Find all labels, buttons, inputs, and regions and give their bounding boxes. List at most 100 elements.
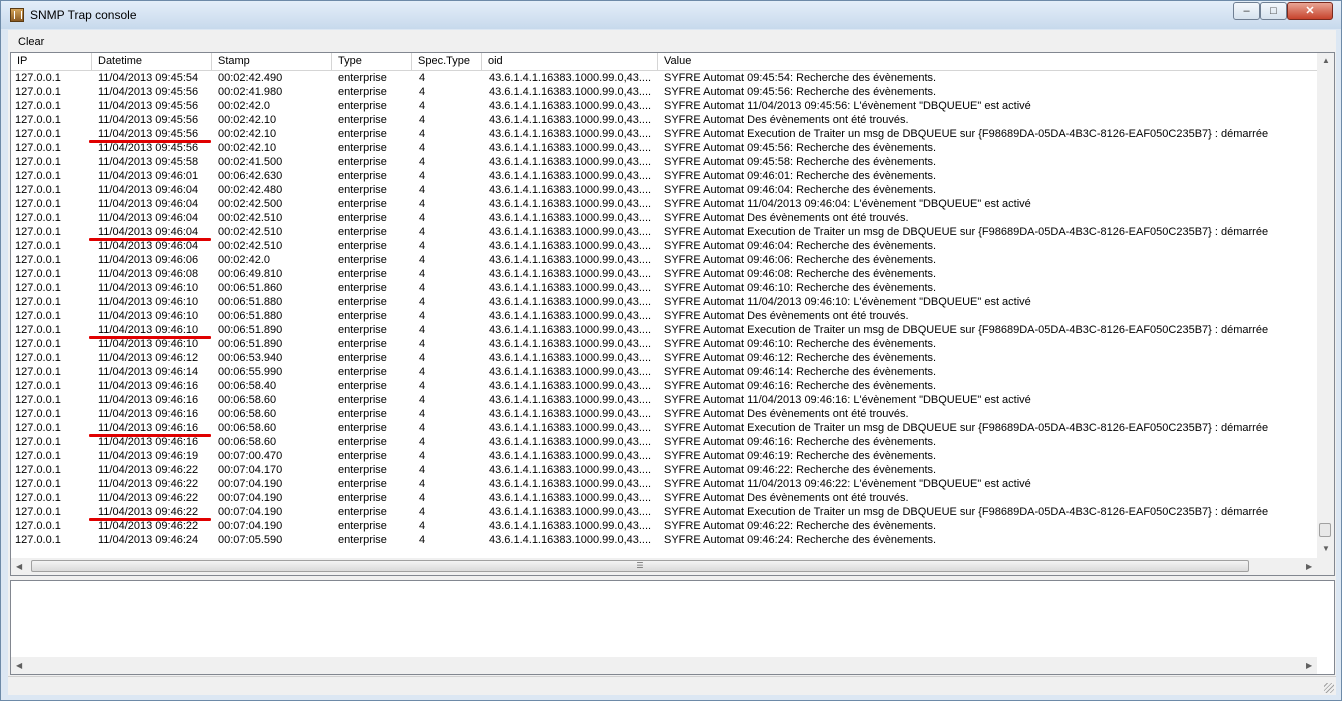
table-row[interactable]: 127.0.0.1 11/04/2013 09:46:10 00:06:51.860… [11,281,1317,295]
table-row[interactable]: 127.0.0.1 11/04/2013 09:46:24 00:07:05.590… [11,533,1317,547]
scroll-right-icon[interactable]: ▶ [1306,562,1312,571]
horizontal-scrollbar[interactable]: ◀ ☰ ▶ [11,558,1317,575]
cell-stamp: 00:02:42.510 [218,226,283,238]
cell-value: SYFRE Automat 09:46:06: Recherche des év… [664,254,937,266]
red-underline-annotation [89,336,211,339]
cell-value: SYFRE Automat 09:46:22: Recherche des év… [664,464,937,476]
title-bar[interactable]: SNMP Trap console – □ ✕ [1,1,1341,29]
cell-spec-type: 4 [419,324,426,336]
table-row[interactable]: 127.0.0.1 11/04/2013 09:46:08 00:06:49.810… [11,267,1317,281]
detail-pane[interactable]: ◀ ▶ [10,580,1335,675]
table-row[interactable]: 127.0.0.1 11/04/2013 09:46:16 00:06:58.60 e… [11,407,1317,421]
cell-ip: 127.0.0.1 [15,436,61,448]
maximize-icon: □ [1270,5,1277,17]
column-header-type[interactable]: Type [332,53,412,70]
table-row[interactable]: 127.0.0.1 11/04/2013 09:46:04 00:02:42.510… [11,211,1317,225]
table-row[interactable]: 127.0.0.1 11/04/2013 09:46:04 00:02:42.500… [11,197,1317,211]
cell-datetime: 11/04/2013 09:46:04 [98,184,199,196]
horizontal-scroll-thumb[interactable]: ☰ [31,560,1249,572]
cell-type: enterprise [338,268,387,280]
vertical-scroll-thumb[interactable] [1319,523,1331,537]
table-row[interactable]: 127.0.0.1 11/04/2013 09:46:22 00:07:04.190… [11,477,1317,491]
cell-value: SYFRE Automat 09:46:16: Recherche des év… [664,436,937,448]
table-row[interactable]: 127.0.0.1 11/04/2013 09:46:10 00:06:51.880… [11,309,1317,323]
table-row[interactable]: 127.0.0.1 11/04/2013 09:46:16 00:06:58.60 e… [11,393,1317,407]
scroll-right-icon[interactable]: ▶ [1306,661,1312,670]
table-row[interactable]: 127.0.0.1 11/04/2013 09:45:54 00:02:42.490… [11,71,1317,85]
table-row[interactable]: 127.0.0.1 11/04/2013 09:45:56 00:02:42.10 e… [11,113,1317,127]
table-row[interactable]: 127.0.0.1 11/04/2013 09:46:16 00:06:58.60 e… [11,435,1317,449]
cell-value: SYFRE Automat 11/04/2013 09:46:04: L'évè… [664,198,1031,210]
resize-grip-icon[interactable] [1324,683,1334,693]
cell-spec-type: 4 [419,184,426,196]
table-row[interactable]: 127.0.0.1 11/04/2013 09:46:04 00:02:42.510… [11,225,1317,239]
cell-ip: 127.0.0.1 [15,394,61,406]
column-header-oid[interactable]: oid [482,53,658,70]
table-row[interactable]: 127.0.0.1 11/04/2013 09:46:12 00:06:53.940… [11,351,1317,365]
column-header-ip[interactable]: IP [11,53,92,70]
table-row[interactable]: 127.0.0.1 11/04/2013 09:46:16 00:06:58.40 e… [11,379,1317,393]
cell-oid: 43.6.1.4.1.16383.1000.99.0,43.... [489,226,652,238]
cell-spec-type: 4 [419,352,426,364]
table-row[interactable]: 127.0.0.1 11/04/2013 09:46:16 00:06:58.60 e… [11,421,1317,435]
table-row[interactable]: 127.0.0.1 11/04/2013 09:46:10 00:06:51.890… [11,337,1317,351]
cell-type: enterprise [338,114,387,126]
table-row[interactable]: 127.0.0.1 11/04/2013 09:46:01 00:06:42.630… [11,169,1317,183]
table-row[interactable]: 127.0.0.1 11/04/2013 09:45:56 00:02:42.0 en… [11,99,1317,113]
table-row[interactable]: 127.0.0.1 11/04/2013 09:45:58 00:02:41.500… [11,155,1317,169]
cell-ip: 127.0.0.1 [15,422,61,434]
cell-oid: 43.6.1.4.1.16383.1000.99.0,43.... [489,366,652,378]
table-row[interactable]: 127.0.0.1 11/04/2013 09:45:56 00:02:42.10 e… [11,127,1317,141]
cell-spec-type: 4 [419,520,426,532]
table-row[interactable]: 127.0.0.1 11/04/2013 09:46:22 00:07:04.190… [11,519,1317,533]
cell-oid: 43.6.1.4.1.16383.1000.99.0,43.... [489,72,652,84]
cell-type: enterprise [338,422,387,434]
minimize-button[interactable]: – [1233,2,1260,20]
table-row[interactable]: 127.0.0.1 11/04/2013 09:46:14 00:06:55.990… [11,365,1317,379]
cell-oid: 43.6.1.4.1.16383.1000.99.0,43.... [489,170,652,182]
table-row[interactable]: 127.0.0.1 11/04/2013 09:46:04 00:02:42.510… [11,239,1317,253]
cell-value: SYFRE Automat Execution de Traiter un ms… [664,324,1269,336]
scroll-left-icon[interactable]: ◀ [16,562,22,571]
cell-oid: 43.6.1.4.1.16383.1000.99.0,43.... [489,296,652,308]
cell-ip: 127.0.0.1 [15,464,61,476]
cell-spec-type: 4 [419,492,426,504]
cell-value: SYFRE Automat Des évènements ont été tro… [664,310,909,322]
cell-value: SYFRE Automat Execution de Traiter un ms… [664,506,1269,518]
cell-spec-type: 4 [419,450,426,462]
table-row[interactable]: 127.0.0.1 11/04/2013 09:46:22 00:07:04.190… [11,491,1317,505]
column-header-datetime[interactable]: Datetime [92,53,212,70]
table-row[interactable]: 127.0.0.1 11/04/2013 09:46:04 00:02:42.480… [11,183,1317,197]
cell-ip: 127.0.0.1 [15,184,61,196]
cell-datetime: 11/04/2013 09:46:12 [98,352,199,364]
scroll-down-icon[interactable]: ▼ [1322,544,1330,553]
cell-ip: 127.0.0.1 [15,72,61,84]
cell-datetime: 11/04/2013 09:46:22 [98,506,199,518]
cell-ip: 127.0.0.1 [15,296,61,308]
app-icon[interactable] [10,8,24,22]
scroll-up-icon[interactable]: ▲ [1322,56,1330,65]
cell-ip: 127.0.0.1 [15,128,61,140]
table-row[interactable]: 127.0.0.1 11/04/2013 09:46:10 00:06:51.880… [11,295,1317,309]
maximize-button[interactable]: □ [1260,2,1287,20]
cell-oid: 43.6.1.4.1.16383.1000.99.0,43.... [489,324,652,336]
table-row[interactable]: 127.0.0.1 11/04/2013 09:45:56 00:02:42.10 e… [11,141,1317,155]
scroll-left-icon[interactable]: ◀ [16,661,22,670]
table-row[interactable]: 127.0.0.1 11/04/2013 09:46:06 00:02:42.0 en… [11,253,1317,267]
table-row[interactable]: 127.0.0.1 11/04/2013 09:46:19 00:07:00.470… [11,449,1317,463]
cell-stamp: 00:07:04.190 [218,492,283,504]
cell-ip: 127.0.0.1 [15,310,61,322]
table-row[interactable]: 127.0.0.1 11/04/2013 09:46:22 00:07:04.190… [11,505,1317,519]
column-header-stamp[interactable]: Stamp [212,53,332,70]
table-row[interactable]: 127.0.0.1 11/04/2013 09:45:56 00:02:41.980… [11,85,1317,99]
vertical-scrollbar[interactable]: ▲ ▼ [1317,53,1334,558]
column-header-spec-type[interactable]: Spec.Type [412,53,482,70]
detail-horizontal-scrollbar[interactable]: ◀ ▶ [11,657,1317,674]
column-header-value[interactable]: Value [658,53,1317,70]
close-button[interactable]: ✕ [1287,2,1333,20]
menu-item-clear[interactable]: Clear [18,36,44,48]
cell-spec-type: 4 [419,114,426,126]
table-row[interactable]: 127.0.0.1 11/04/2013 09:46:10 00:06:51.890… [11,323,1317,337]
trap-list-view[interactable]: IP Datetime Stamp Type Spec.Type oid Val… [10,52,1335,576]
table-row[interactable]: 127.0.0.1 11/04/2013 09:46:22 00:07:04.170… [11,463,1317,477]
